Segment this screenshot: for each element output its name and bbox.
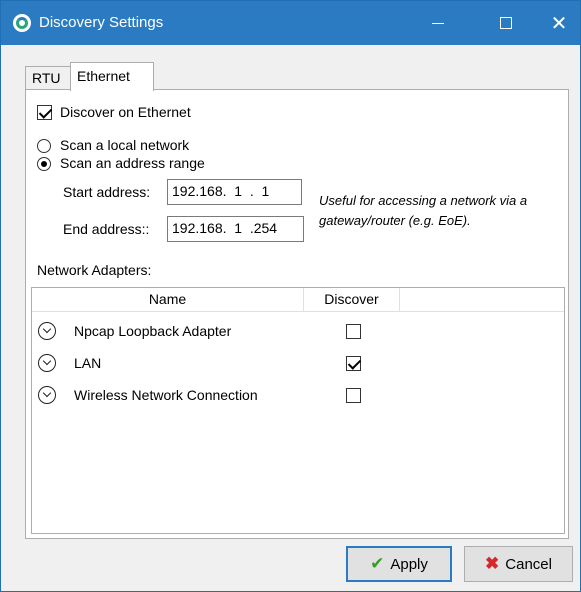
network-adapters-table: Name Discover Npcap Loopback Adapter LAN… <box>31 287 565 534</box>
ethernet-tab-panel: Discover on Ethernet Scan a local networ… <box>25 89 569 539</box>
apply-button[interactable]: ✔ Apply <box>346 546 452 582</box>
tab-ethernet[interactable]: Ethernet <box>70 62 154 91</box>
adapter-name: LAN <box>74 355 102 371</box>
adapter-name: Npcap Loopback Adapter <box>74 323 232 339</box>
app-logo-icon <box>13 14 31 32</box>
end-address-input[interactable]: 192.168. 1 .254 <box>167 216 304 242</box>
scan-range-radio[interactable] <box>37 157 51 171</box>
adapter-discover-checkbox[interactable] <box>346 356 361 371</box>
end-address-label: End address:: <box>63 221 150 237</box>
expand-chevron-icon[interactable] <box>38 354 56 372</box>
adapter-name: Wireless Network Connection <box>74 387 258 403</box>
minimize-button[interactable] <box>415 1 461 45</box>
minimize-icon <box>432 22 444 24</box>
discovery-settings-window: Discovery Settings ✕ RTU Ethernet Discov… <box>0 0 581 592</box>
column-header-name[interactable]: Name <box>32 288 304 312</box>
window-title: Discovery Settings <box>39 14 164 31</box>
cancel-button-label: Cancel <box>505 555 552 573</box>
expand-chevron-icon[interactable] <box>38 322 56 340</box>
close-icon: ✕ <box>550 12 568 35</box>
apply-button-label: Apply <box>390 555 428 573</box>
close-button[interactable]: ✕ <box>536 1 581 45</box>
adapter-discover-checkbox[interactable] <box>346 324 361 339</box>
discover-ethernet-checkbox[interactable] <box>37 105 52 120</box>
start-address-input[interactable]: 192.168. 1 . 1 <box>167 179 302 205</box>
column-header-discover[interactable]: Discover <box>304 288 400 312</box>
gateway-hint-text: Useful for accessing a network via a gat… <box>319 193 528 228</box>
table-row[interactable]: Npcap Loopback Adapter <box>32 315 564 347</box>
adapter-discover-checkbox[interactable] <box>346 388 361 403</box>
maximize-button[interactable] <box>483 1 529 45</box>
discover-ethernet-label[interactable]: Discover on Ethernet <box>60 104 191 120</box>
table-header: Name Discover <box>32 288 564 312</box>
scan-local-radio[interactable] <box>37 139 51 153</box>
table-row[interactable]: Wireless Network Connection <box>32 379 564 411</box>
expand-chevron-icon[interactable] <box>38 386 56 404</box>
tab-rtu[interactable]: RTU <box>25 66 71 90</box>
table-row[interactable]: LAN <box>32 347 564 379</box>
scan-range-label[interactable]: Scan an address range <box>60 155 205 171</box>
network-adapters-label: Network Adapters: <box>37 262 152 278</box>
cancel-x-icon: ✖ <box>485 554 500 573</box>
start-address-label: Start address: <box>63 184 151 200</box>
checkmark-icon: ✔ <box>370 554 385 573</box>
maximize-icon <box>500 17 512 29</box>
cancel-button[interactable]: ✖ Cancel <box>464 546 573 582</box>
scan-local-label[interactable]: Scan a local network <box>60 137 189 153</box>
title-bar[interactable]: Discovery Settings ✕ <box>1 1 580 45</box>
